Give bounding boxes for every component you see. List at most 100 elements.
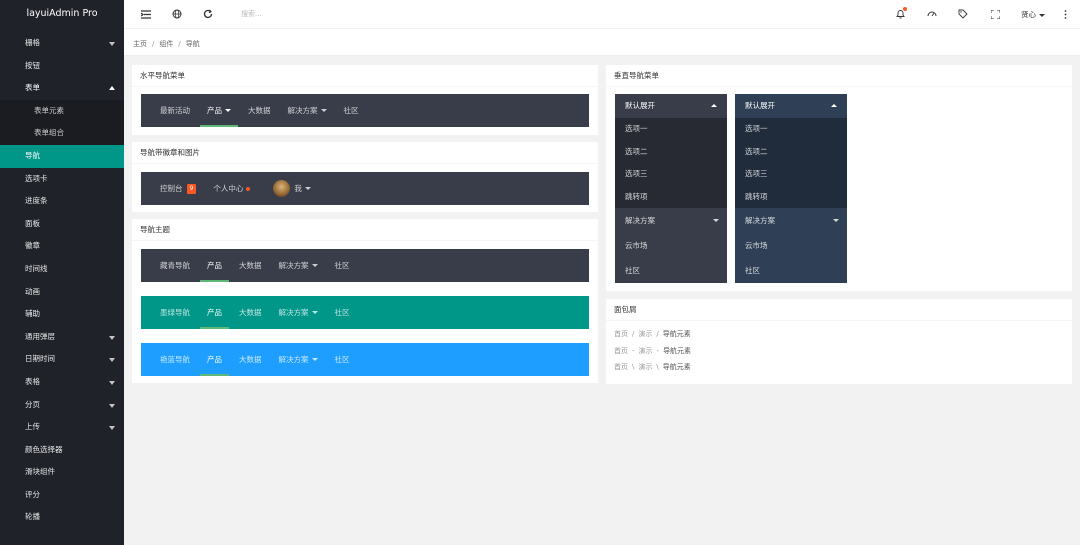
nav-item[interactable]: 解决方案 [272, 296, 325, 329]
nav-item-personal-center[interactable]: 个人中心 [206, 172, 257, 205]
nav-item-active[interactable]: 产品 [200, 343, 229, 376]
nav-item[interactable]: 社区 [337, 94, 366, 127]
sidebar-item[interactable]: 进度条 [0, 190, 124, 213]
fullscreen-icon[interactable] [989, 8, 1001, 20]
vertical-nav-item[interactable]: 跳转项 [735, 186, 847, 209]
sidebar-item[interactable]: 上传 [0, 416, 124, 439]
vertical-nav-item[interactable]: 选项二 [615, 141, 727, 164]
vertical-nav-item[interactable]: 选项一 [735, 118, 847, 141]
nav-item[interactable]: 解决方案 [272, 249, 325, 282]
nav-item-label: 我 [294, 184, 302, 193]
vertical-nav-item[interactable]: 社区 [615, 258, 727, 283]
menu-fold-icon[interactable] [140, 8, 152, 20]
sidebar-item-label: 日期时间 [25, 354, 55, 364]
chevron-down-icon [713, 219, 719, 222]
sidebar-item[interactable]: 栅格 [0, 32, 124, 55]
theme-icon[interactable] [926, 8, 938, 20]
nav-item-me[interactable]: 我 [266, 172, 318, 205]
nav-item[interactable]: 解决方案 [272, 343, 325, 376]
nav-item[interactable]: 藏青导航 [153, 249, 197, 282]
chevron-down-icon [109, 358, 115, 363]
breadcrumb-link[interactable]: 首页 [614, 330, 628, 338]
nav-item[interactable]: 大数据 [232, 249, 269, 282]
breadcrumb-current: 导航元素 [662, 330, 691, 338]
vertical-nav-item[interactable]: 社区 [735, 258, 847, 283]
user-menu[interactable]: 贤心 [1021, 9, 1045, 20]
breadcrumb-link[interactable]: 演示 [638, 363, 652, 371]
sidebar-item[interactable]: 选项卡 [0, 168, 124, 191]
sidebar-item[interactable]: 表单 [0, 77, 124, 100]
vertical-nav-item[interactable]: 选项三 [615, 163, 727, 186]
breadcrumb-home[interactable]: 主页 [133, 40, 147, 48]
vertical-nav-item[interactable]: 选项三 [735, 163, 847, 186]
nav-item-console[interactable]: 控制台 9 [153, 172, 203, 205]
tag-icon[interactable] [957, 8, 969, 20]
sidebar-item[interactable]: 面板 [0, 213, 124, 236]
sidebar-item[interactable]: 滑块组件 [0, 461, 124, 484]
search-input[interactable]: 搜索... [241, 9, 262, 19]
sidebar-item[interactable]: 徽章 [0, 235, 124, 258]
vertical-nav-item[interactable]: 跳转项 [615, 186, 727, 209]
nav-item[interactable]: 墨绿导航 [153, 296, 197, 329]
chevron-down-icon [109, 42, 115, 46]
breadcrumb-separator: \ [632, 363, 635, 371]
sidebar-item[interactable]: 评分 [0, 484, 124, 507]
sidebar-item[interactable]: 分页 [0, 394, 124, 417]
nav-item-active[interactable]: 产品 [200, 296, 229, 329]
breadcrumb-link[interactable]: 演示 [638, 330, 652, 338]
vertical-nav-item[interactable]: 选项一 [615, 118, 727, 141]
sidebar-item[interactable]: 表单组合 [0, 122, 124, 145]
breadcrumb-link[interactable]: 首页 [614, 347, 628, 355]
vertical-nav: 默认展开选项一 选项二 选项三 跳转项 解决方案 云市场 社区 [735, 94, 847, 283]
sidebar-item-label: 表单元素 [34, 105, 64, 115]
breadcrumb-components[interactable]: 组件 [159, 40, 173, 48]
horizontal-nav: 最新活动 产品 大数据 解决方案 社区 [141, 94, 589, 127]
sidebar-item[interactable]: 颜色选择器 [0, 439, 124, 462]
nav-item-active[interactable]: 产品 [200, 94, 238, 127]
nav-item[interactable]: 社区 [328, 296, 357, 329]
more-icon[interactable] [1059, 8, 1071, 20]
nav-item[interactable]: 社区 [328, 249, 357, 282]
nav-item-active[interactable]: 产品 [200, 249, 229, 282]
sidebar-item[interactable]: 动画 [0, 281, 124, 304]
card-title: 导航主题 [132, 219, 598, 241]
nav-item[interactable]: 艳蓝导航 [153, 343, 197, 376]
breadcrumb-link[interactable]: 演示 [639, 347, 653, 355]
sidebar-item-label: 时间线 [25, 263, 48, 273]
nav-item[interactable]: 社区 [328, 343, 357, 376]
sidebar-item-label: 滑块组件 [25, 467, 55, 477]
nav-item[interactable]: 最新活动 [153, 94, 197, 127]
sidebar-item[interactable]: 表格 [0, 371, 124, 394]
app-logo[interactable]: layuiAdmin Pro [0, 0, 124, 28]
sidebar-item[interactable]: 表单元素 [0, 99, 124, 123]
sidebar-item[interactable]: 日期时间 [0, 348, 124, 371]
nav-item[interactable]: 解决方案 [281, 94, 334, 127]
nav-item[interactable]: 大数据 [241, 94, 278, 127]
vertical-nav-item[interactable]: 选项二 [735, 141, 847, 164]
chevron-down-icon [304, 187, 311, 190]
globe-icon[interactable] [171, 8, 183, 20]
refresh-icon[interactable] [202, 8, 214, 20]
nav-item[interactable]: 大数据 [232, 343, 269, 376]
vertical-nav-item[interactable]: 云市场 [735, 233, 847, 258]
vertical-nav-header[interactable]: 默认展开 [735, 94, 847, 118]
vertical-nav-group[interactable]: 解决方案 [735, 208, 847, 233]
vertical-nav-group[interactable]: 解决方案 [615, 208, 727, 233]
sidebar-item[interactable]: 按钮 [0, 55, 124, 78]
breadcrumb-link[interactable]: 首页 [614, 363, 628, 371]
sidebar-item-label: 辅助 [25, 309, 40, 319]
bell-icon[interactable] [894, 7, 907, 20]
vertical-nav-header[interactable]: 默认展开 [615, 94, 727, 118]
chevron-down-icon [311, 264, 318, 267]
sidebar-item[interactable]: 导航 [0, 144, 124, 168]
nav-item[interactable]: 大数据 [232, 296, 269, 329]
sidebar-item[interactable]: 时间线 [0, 258, 124, 281]
sidebar-item[interactable]: 通用弹层 [0, 326, 124, 349]
avatar [273, 180, 291, 197]
sidebar-item[interactable]: 辅助 [0, 303, 124, 326]
chevron-down-icon [311, 358, 318, 361]
page-breadcrumb: 主页 / 组件 / 导航 [124, 29, 1080, 56]
vertical-nav-header-label: 默认展开 [745, 101, 775, 110]
sidebar-item[interactable]: 轮播 [0, 506, 124, 529]
vertical-nav-item[interactable]: 云市场 [615, 233, 727, 258]
